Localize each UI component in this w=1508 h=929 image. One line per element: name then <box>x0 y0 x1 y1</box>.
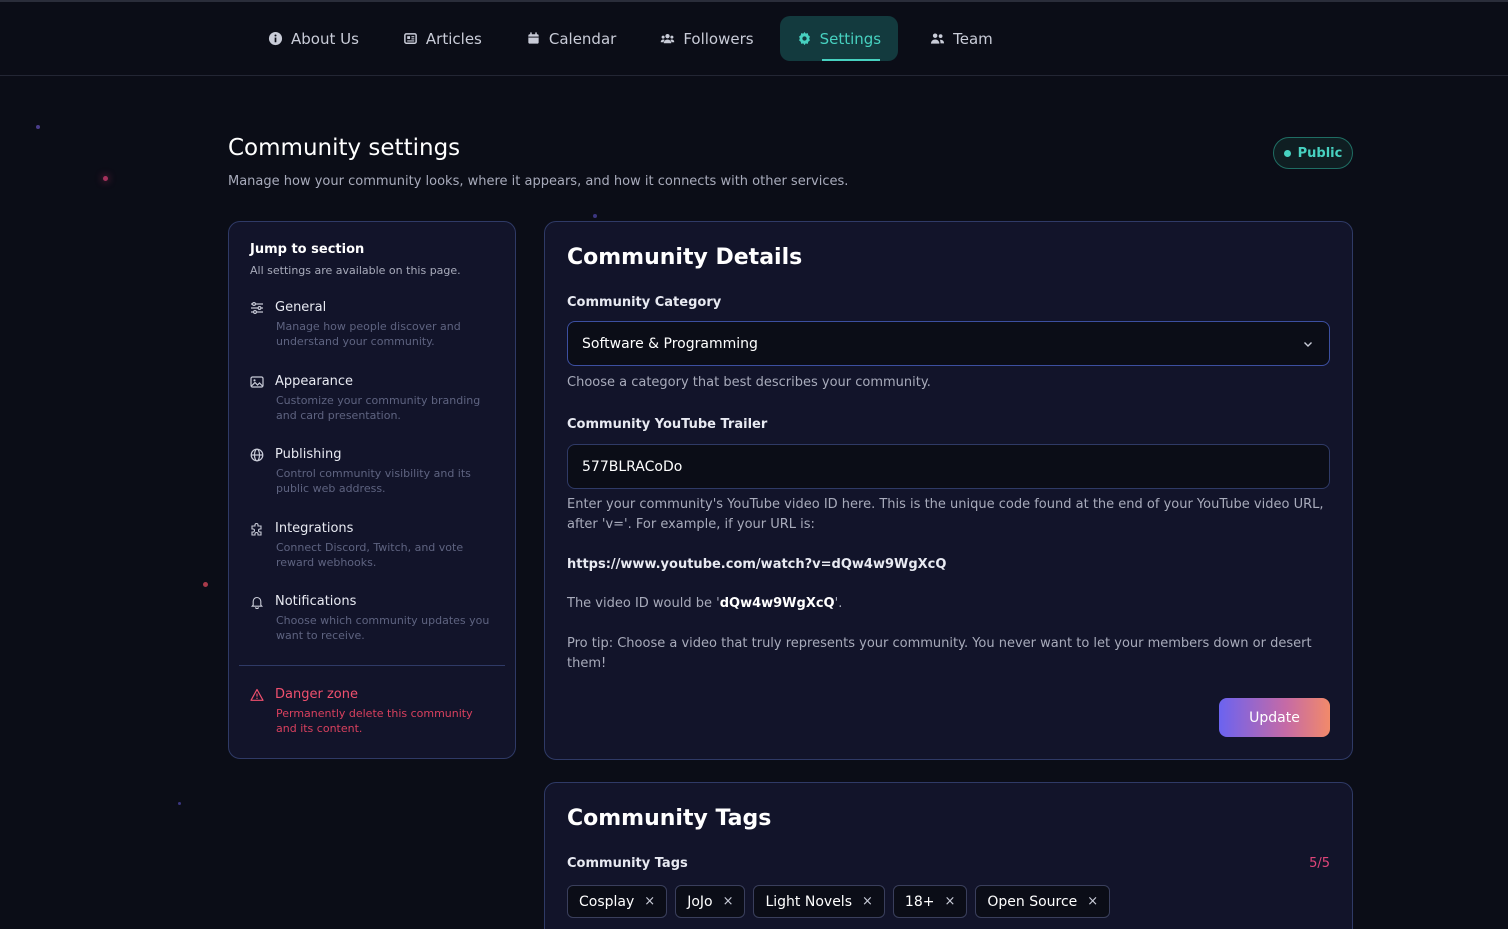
tags-label: Community Tags <box>567 856 688 871</box>
users-icon <box>660 31 675 46</box>
active-tab-indicator <box>821 59 881 61</box>
close-icon[interactable]: × <box>944 894 955 909</box>
tag-label: Cosplay <box>579 893 635 910</box>
category-help: Choose a category that best describes yo… <box>567 375 931 390</box>
visibility-badge: Public <box>1273 137 1353 169</box>
decor-dot <box>178 802 181 805</box>
globe-icon <box>250 448 264 462</box>
tag-count: 5/5 <box>1309 856 1330 871</box>
page-title: Community settings <box>228 135 461 161</box>
section-link-description: Manage how people discover and understan… <box>276 320 461 348</box>
section-link-publishing[interactable]: Publishing Control community visibility … <box>250 447 500 496</box>
video-id-prefix: The video ID would be ' <box>567 596 720 611</box>
tab-calendar[interactable]: Calendar <box>514 16 628 61</box>
close-icon[interactable]: × <box>862 894 873 909</box>
close-icon[interactable]: × <box>723 894 734 909</box>
update-button[interactable]: Update <box>1219 698 1330 737</box>
team-icon <box>930 31 945 46</box>
puzzle-icon <box>250 522 264 536</box>
tab-about-us[interactable]: About Us <box>256 16 371 61</box>
tab-label: Settings <box>819 29 882 48</box>
section-link-label: Appearance <box>275 374 354 389</box>
video-id-example: The video ID would be 'dQw4w9WgXcQ'. <box>567 594 1337 614</box>
tag-chip: Open Source × <box>975 885 1111 918</box>
tag-label: JoJo <box>687 893 713 910</box>
image-icon <box>250 375 264 389</box>
category-label: Community Category <box>567 295 722 310</box>
close-icon[interactable]: × <box>1087 894 1098 909</box>
status-dot-icon <box>1283 149 1291 157</box>
tag-chip: 18+ × <box>892 885 968 918</box>
tag-chip: Light Novels × <box>753 885 885 918</box>
decor-dot <box>36 125 40 129</box>
section-link-description: Connect Discord, Twitch, and vote reward… <box>276 541 464 569</box>
card-title: Community Tags <box>567 806 772 831</box>
tab-settings[interactable]: Settings <box>779 16 899 61</box>
chevron-down-icon <box>1301 337 1315 351</box>
divider <box>239 665 505 666</box>
section-link-notifications[interactable]: Notifications Choose which community upd… <box>250 594 500 643</box>
trailer-value: 577BLRACoDo <box>582 458 683 475</box>
card-title: Community Details <box>567 245 803 270</box>
tag-list: Cosplay × JoJo × Light Novels × 18+ × Op… <box>567 885 1111 918</box>
bell-icon <box>250 595 264 609</box>
badge-label: Public <box>1297 145 1343 161</box>
section-link-appearance[interactable]: Appearance Customize your community bran… <box>250 374 500 423</box>
trailer-input[interactable]: 577BLRACoDo <box>567 444 1330 489</box>
section-link-danger-zone[interactable]: Danger zone Permanently delete this comm… <box>250 687 500 736</box>
section-nav-subtitle: All settings are available on this page. <box>250 264 461 277</box>
pro-tip: Pro tip: Choose a video that truly repre… <box>567 636 1312 671</box>
tag-label: Light Novels <box>765 893 852 910</box>
trailer-help: Enter your community's YouTube video ID … <box>567 497 1324 532</box>
section-link-description: Choose which community updates you want … <box>276 614 490 642</box>
tab-team[interactable]: Team <box>918 16 1005 61</box>
tab-label: Articles <box>425 29 482 48</box>
section-nav-title: Jump to section <box>250 242 365 257</box>
section-link-label: Danger zone <box>275 687 358 702</box>
section-link-description: Customize your community branding and ca… <box>276 394 481 422</box>
tag-label: Open Source <box>987 893 1078 910</box>
close-icon[interactable]: × <box>644 894 655 909</box>
decor-dot <box>593 214 597 218</box>
category-value: Software & Programming <box>582 335 758 352</box>
tag-chip: Cosplay × <box>567 885 668 918</box>
section-link-description: Control community visibility and its pub… <box>276 467 471 495</box>
info-icon <box>268 31 283 46</box>
trailer-label: Community YouTube Trailer <box>567 417 768 432</box>
newspaper-icon <box>403 31 418 46</box>
section-link-label: Notifications <box>275 594 357 609</box>
community-tags-card: Community Tags Community Tags 5/5 Cospla… <box>544 782 1353 929</box>
tab-label: Team <box>953 29 993 48</box>
warning-icon <box>250 688 264 702</box>
page-subtitle: Manage how your community looks, where i… <box>228 174 849 189</box>
section-nav: Jump to section All settings are availab… <box>228 221 516 759</box>
section-link-label: General <box>275 300 327 315</box>
tab-label: Followers <box>683 29 754 48</box>
nav-tabs: About Us Articles Calendar Followers Set… <box>256 16 1025 61</box>
decor-dot <box>203 582 208 587</box>
tab-label: About Us <box>291 29 359 48</box>
page: About Us Articles Calendar Followers Set… <box>0 0 1508 929</box>
calendar-icon <box>526 31 541 46</box>
sliders-icon <box>250 301 264 315</box>
tag-chip: JoJo × <box>675 885 746 918</box>
section-link-general[interactable]: General Manage how people discover and u… <box>250 300 500 349</box>
decor-dot <box>103 176 108 181</box>
gear-icon <box>797 31 812 46</box>
tab-articles[interactable]: Articles <box>391 16 494 61</box>
tab-label: Calendar <box>548 29 617 48</box>
section-link-description: Permanently delete this community and it… <box>276 707 473 735</box>
category-select[interactable]: Software & Programming <box>567 321 1330 366</box>
section-link-label: Integrations <box>275 521 354 536</box>
video-id-suffix: '. <box>834 596 843 611</box>
section-link-integrations[interactable]: Integrations Connect Discord, Twitch, an… <box>250 521 500 570</box>
top-nav: About Us Articles Calendar Followers Set… <box>0 2 1508 76</box>
section-link-label: Publishing <box>275 447 342 462</box>
tab-followers[interactable]: Followers <box>648 16 765 61</box>
tag-label: 18+ <box>904 893 935 910</box>
community-details-card: Community Details Community Category Sof… <box>544 221 1353 760</box>
video-id: dQw4w9WgXcQ <box>719 596 835 611</box>
example-url: https://www.youtube.com/watch?v=dQw4w9Wg… <box>567 557 947 572</box>
